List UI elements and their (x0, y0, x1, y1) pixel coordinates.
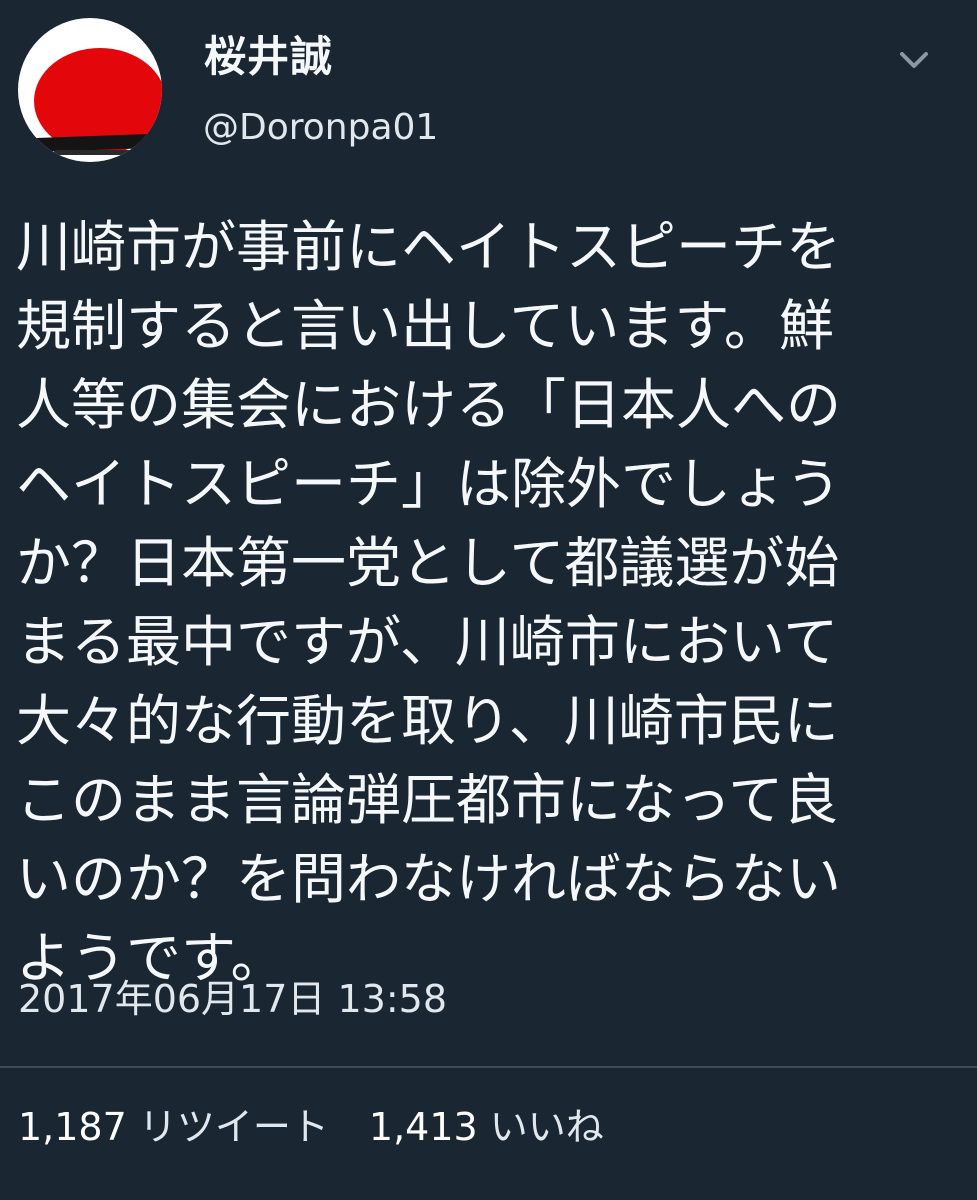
user-handle[interactable]: @Doronpa01 (203, 110, 438, 146)
like-label: いいね (489, 1105, 604, 1149)
tweet-text: 川崎市が事前にヘイトスピーチを 規制すると言い出しています。鮮 人等の集会におけ… (16, 215, 842, 990)
like-count: 1,413 (368, 1105, 478, 1149)
tweet-stats: 1,187 リツイート 1,413 いいね (18, 1108, 604, 1146)
tweet-card: 桜井誠 @Doronpa01 川崎市が事前にヘイトスピーチを 規制すると言い出し… (0, 0, 977, 1200)
brush-stroke-icon (54, 150, 144, 155)
display-name[interactable]: 桜井誠 (204, 36, 333, 78)
retweet-stat[interactable]: 1,187 リツイート (18, 1105, 329, 1149)
chevron-down-icon[interactable] (896, 48, 932, 72)
divider (0, 1066, 977, 1068)
retweet-label: リツイート (138, 1105, 329, 1149)
tweet-timestamp[interactable]: 2017年06月17日 13:58 (18, 980, 447, 1018)
retweet-count: 1,187 (18, 1105, 127, 1149)
avatar[interactable] (18, 18, 162, 162)
like-stat[interactable]: 1,413 いいね (369, 1105, 604, 1149)
